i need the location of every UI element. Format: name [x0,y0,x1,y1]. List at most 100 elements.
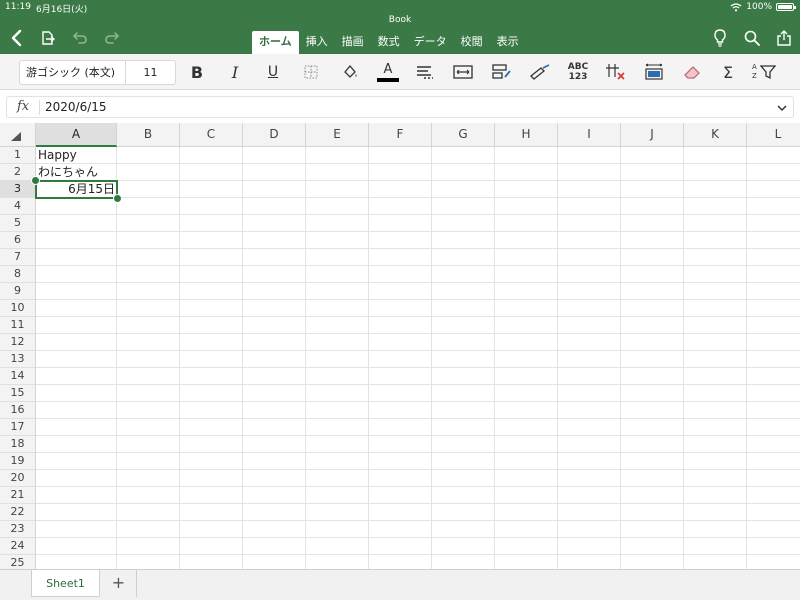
cell-styles-icon[interactable] [490,61,514,83]
italic-button[interactable]: I [223,61,247,83]
cell-a2[interactable]: わにちゃん [38,164,98,181]
align-icon[interactable] [413,61,437,83]
insert-delete-cells-icon[interactable] [604,61,628,83]
column-header-a[interactable]: A [36,123,117,147]
bold-button[interactable]: B [185,61,209,83]
row-header-5[interactable]: 5 [0,215,36,232]
font-color-swatch [377,77,399,82]
row-header-13[interactable]: 13 [0,351,36,368]
column-header-f[interactable]: F [369,123,432,147]
row-column-size-icon[interactable] [642,61,666,83]
row-header-1[interactable]: 1 [0,147,36,164]
column-header-k[interactable]: K [684,123,747,147]
tab-home[interactable]: ホーム [252,31,299,54]
spreadsheet-grid[interactable]: ABCDEFGHIJKL 1 2 3 4 5 6 7 8 9 10 11 12 13 14 15 16 17 18… [0,123,800,569]
column-gridline [683,147,684,569]
row-header-12[interactable]: 12 [0,334,36,351]
add-sheet-button[interactable]: + [101,570,137,597]
tab-view[interactable]: 表示 [490,31,526,54]
autosum-button[interactable]: Σ [716,61,740,83]
number-format-button[interactable]: ABC 123 [565,61,591,83]
row-gridline [36,469,800,470]
row-header-25[interactable]: 25 [0,555,36,569]
share-icon[interactable] [774,28,794,48]
row-header-23[interactable]: 23 [0,521,36,538]
wrap-text-icon[interactable] [451,61,475,83]
row-gridline [36,350,800,351]
column-header-g[interactable]: G [432,123,495,147]
tab-review[interactable]: 校閲 [454,31,490,54]
row-header-20[interactable]: 20 [0,470,36,487]
row-header-9[interactable]: 9 [0,283,36,300]
sheet-tab-sheet1[interactable]: Sheet1 [31,570,100,597]
wifi-icon [730,2,742,11]
row-header-3[interactable]: 3 [0,181,36,198]
cell-a1[interactable]: Happy [38,147,77,164]
selection-handle-bottom-right[interactable] [113,194,122,203]
row-gridline [36,214,800,215]
tab-data[interactable]: データ [407,31,454,54]
row-header-21[interactable]: 21 [0,487,36,504]
font-size-field[interactable]: 11 [125,60,176,85]
row-header-15[interactable]: 15 [0,385,36,402]
row-header-6[interactable]: 6 [0,232,36,249]
column-gridline [431,147,432,569]
row-header-17[interactable]: 17 [0,419,36,436]
fx-label: fx [17,99,30,114]
formula-input[interactable]: 2020/6/15 [45,100,107,114]
select-all-corner[interactable] [0,123,36,147]
row-gridline [36,282,800,283]
selection-box[interactable] [35,180,118,199]
chevron-down-icon[interactable] [776,102,788,114]
column-header-e[interactable]: E [306,123,369,147]
redo-icon[interactable] [102,28,122,48]
tab-insert[interactable]: 挿入 [299,31,335,54]
row-header-18[interactable]: 18 [0,436,36,453]
row-gridline [36,435,800,436]
tab-formulas[interactable]: 数式 [371,31,407,54]
column-header-l[interactable]: L [747,123,800,147]
row-header-16[interactable]: 16 [0,402,36,419]
row-header-14[interactable]: 14 [0,368,36,385]
row-header-11[interactable]: 11 [0,317,36,334]
row-header-7[interactable]: 7 [0,249,36,266]
tab-draw[interactable]: 描画 [335,31,371,54]
eraser-icon[interactable] [680,61,704,83]
selection-handle-top-left[interactable] [31,176,40,185]
row-gridline [36,299,800,300]
ribbon-toolbar: 游ゴシック (本文) 11 B I U A ABC 123 Σ A Z [0,54,800,90]
document-icon[interactable] [38,28,58,48]
borders-icon[interactable] [299,61,323,83]
lightbulb-icon[interactable] [710,28,730,48]
sort-filter-button[interactable]: A Z [752,61,780,83]
row-header-19[interactable]: 19 [0,453,36,470]
document-title: Book [388,15,412,25]
column-header-b[interactable]: B [117,123,180,147]
row-gridline [36,503,800,504]
format-painter-icon[interactable] [528,61,552,83]
column-header-h[interactable]: H [495,123,558,147]
filter-icon [760,65,776,80]
column-header-d[interactable]: D [243,123,306,147]
font-color-button[interactable]: A [376,61,400,83]
column-header-c[interactable]: C [180,123,243,147]
row-gridline [36,486,800,487]
row-header-24[interactable]: 24 [0,538,36,555]
row-gridline [36,265,800,266]
row-header-22[interactable]: 22 [0,504,36,521]
column-header-i[interactable]: I [558,123,621,147]
font-name-field[interactable]: 游ゴシック (本文) [19,60,125,85]
column-header-j[interactable]: J [621,123,684,147]
status-indicators: 100% [730,2,796,12]
ribbon-tabs: ホーム 挿入 描画 数式 データ 校閲 表示 [252,31,526,54]
status-time: 11:19 [5,2,31,12]
row-header-8[interactable]: 8 [0,266,36,283]
undo-icon[interactable] [70,28,90,48]
search-icon[interactable] [742,28,762,48]
back-chevron-icon[interactable] [6,28,26,48]
row-header-4[interactable]: 4 [0,198,36,215]
underline-button[interactable]: U [261,61,285,83]
row-header-10[interactable]: 10 [0,300,36,317]
row-gridline [36,248,800,249]
fill-color-icon[interactable] [338,61,362,83]
